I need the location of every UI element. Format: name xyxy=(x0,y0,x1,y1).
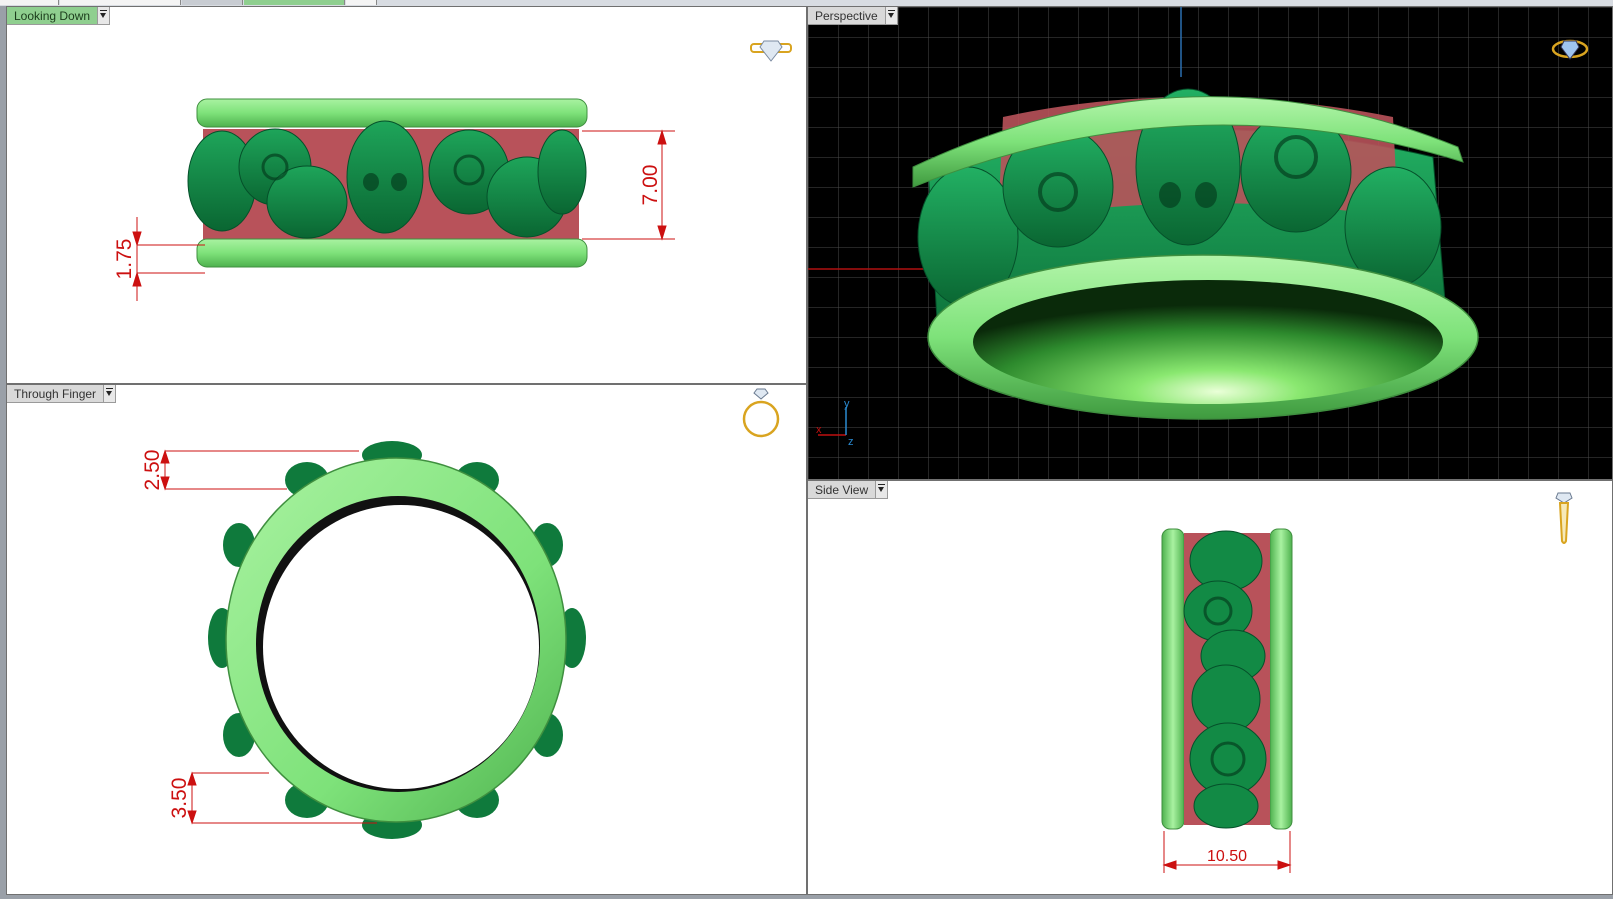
viewport-side-view[interactable]: Side View 10.50 xyxy=(807,480,1613,895)
ring-front-view-icon xyxy=(742,388,780,438)
dim-label-bottom-thickness: 3.50 xyxy=(168,778,191,819)
dimension-rim-width xyxy=(132,217,205,301)
ring-opening xyxy=(263,505,539,789)
viewport-title[interactable]: Through Finger xyxy=(7,385,105,403)
viewport-looking-down[interactable]: Looking Down 7.00 1.75 xyxy=(6,6,807,384)
dim-label-top-thickness: 2.50 xyxy=(141,450,164,491)
viewport-tab-side-view[interactable]: Side View xyxy=(808,481,889,499)
skull-shape xyxy=(346,120,424,234)
ring-perspective-drawing: y x z xyxy=(808,7,1612,479)
viewport-tab-perspective[interactable]: Perspective xyxy=(808,7,898,25)
viewport-tab-looking-down[interactable]: Looking Down xyxy=(7,7,111,25)
viewport-menu-dropdown-icon[interactable] xyxy=(98,7,111,25)
viewport-title[interactable]: Perspective xyxy=(808,7,886,25)
dim-label-band-height: 7.00 xyxy=(639,165,662,206)
viewport-perspective[interactable]: Perspective y x z xyxy=(807,6,1613,480)
left-rim xyxy=(1161,528,1185,830)
viewport-menu-dropdown-icon[interactable] xyxy=(876,481,889,499)
axis-label-y: y xyxy=(844,398,850,410)
dim-label-rim-width: 1.75 xyxy=(113,239,136,280)
viewport-title[interactable]: Looking Down xyxy=(7,7,99,25)
top-tab[interactable] xyxy=(182,0,243,5)
top-tab[interactable] xyxy=(346,0,377,5)
viewport-menu-dropdown-icon[interactable] xyxy=(885,7,898,25)
ring-inner-surface xyxy=(973,280,1443,404)
viewport-through-finger[interactable]: Through Finger 2.50 3.50 xyxy=(6,384,807,895)
top-tab[interactable] xyxy=(60,0,181,5)
ring-side-view-icon xyxy=(1555,492,1573,544)
dim-label-width: 10.50 xyxy=(1207,848,1247,865)
ring-top-view-icon xyxy=(750,40,792,62)
top-tab[interactable] xyxy=(244,0,345,5)
axis-label-x: x xyxy=(816,424,822,436)
ring-front-view-drawing: 2.50 3.50 xyxy=(141,388,780,839)
ring-side-view-drawing: 10.50 xyxy=(1161,492,1573,873)
viewport-title[interactable]: Side View xyxy=(808,481,877,499)
viewport-menu-dropdown-icon[interactable] xyxy=(104,385,117,403)
right-rim xyxy=(1269,528,1293,830)
axis-label-z: z xyxy=(848,436,854,448)
bottom-rim xyxy=(196,238,588,268)
top-tab[interactable] xyxy=(0,0,59,5)
ring-top-view-drawing: 7.00 1.75 xyxy=(113,40,792,301)
viewport-tab-through-finger[interactable]: Through Finger xyxy=(7,385,117,403)
